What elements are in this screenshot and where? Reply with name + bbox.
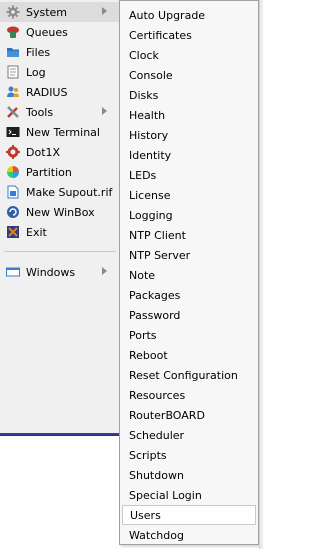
submenu-item-resources[interactable]: Resources	[122, 385, 256, 405]
terminal-icon	[6, 125, 20, 139]
menu-item-label: Partition	[26, 165, 72, 179]
menu-item-radius[interactable]: RADIUS	[0, 82, 121, 102]
submenu-arrow-icon	[102, 107, 107, 115]
menu-item-label: Tools	[26, 105, 54, 119]
submenu-item-shutdown[interactable]: Shutdown	[122, 465, 256, 485]
submenu-arrow-icon	[102, 267, 107, 275]
main-menu: System Queues Files Log RADIUS Tools New…	[0, 0, 121, 436]
menu-item-label: Make Supout.rif	[26, 185, 113, 199]
menu-item-label: RADIUS	[26, 85, 68, 99]
submenu-item-health[interactable]: Health	[122, 105, 256, 125]
submenu-item-certificates[interactable]: Certificates	[122, 25, 256, 45]
submenu-item-packages[interactable]: Packages	[122, 285, 256, 305]
submenu-item-console[interactable]: Console	[122, 65, 256, 85]
menu-item-make-supout[interactable]: Make Supout.rif	[0, 182, 121, 202]
log-icon	[6, 65, 20, 79]
menu-item-label: New Terminal	[26, 125, 100, 139]
menu-item-label: Windows	[26, 265, 76, 279]
submenu-item-routerboard[interactable]: RouterBOARD	[122, 405, 256, 425]
system-submenu: Auto Upgrade Certificates Clock Console …	[119, 0, 259, 545]
menu-item-new-terminal[interactable]: New Terminal	[0, 122, 121, 142]
menu-item-partition[interactable]: Partition	[0, 162, 121, 182]
submenu-item-reset-configuration[interactable]: Reset Configuration	[122, 365, 256, 385]
menu-item-label: New WinBox	[26, 205, 95, 219]
partition-icon	[6, 165, 20, 179]
submenu-item-scripts[interactable]: Scripts	[122, 445, 256, 465]
submenu-item-note[interactable]: Note	[122, 265, 256, 285]
menu-item-system[interactable]: System	[0, 2, 121, 22]
submenu-item-disks[interactable]: Disks	[122, 85, 256, 105]
queues-icon	[6, 25, 20, 39]
submenu-item-logging[interactable]: Logging	[122, 205, 256, 225]
submenu-item-history[interactable]: History	[122, 125, 256, 145]
menu-item-label: Queues	[26, 25, 68, 39]
submenu-item-scheduler[interactable]: Scheduler	[122, 425, 256, 445]
submenu-item-identity[interactable]: Identity	[122, 145, 256, 165]
menu-item-exit[interactable]: Exit	[0, 222, 121, 242]
document-icon	[6, 185, 20, 199]
submenu-arrow-icon	[102, 7, 107, 15]
menu-item-label: Log	[26, 65, 46, 79]
menu-item-dot1x[interactable]: Dot1X	[0, 142, 121, 162]
menu-item-new-winbox[interactable]: New WinBox	[0, 202, 121, 222]
submenu-item-watchdog[interactable]: Watchdog	[122, 525, 256, 545]
menu-item-queues[interactable]: Queues	[0, 22, 121, 42]
users-icon	[6, 85, 20, 99]
submenu-item-special-login[interactable]: Special Login	[122, 485, 256, 505]
gear-icon	[6, 5, 20, 19]
menu-item-windows[interactable]: Windows	[0, 262, 121, 282]
submenu-item-license[interactable]: License	[122, 185, 256, 205]
submenu-item-auto-upgrade[interactable]: Auto Upgrade	[122, 5, 256, 25]
winbox-icon	[6, 205, 20, 219]
submenu-item-leds[interactable]: LEDs	[122, 165, 256, 185]
submenu-item-users[interactable]: Users	[122, 505, 256, 525]
submenu-item-ntp-server[interactable]: NTP Server	[122, 245, 256, 265]
menu-item-label: Exit	[26, 225, 47, 239]
tools-icon	[6, 105, 20, 119]
submenu-item-clock[interactable]: Clock	[122, 45, 256, 65]
submenu-item-reboot[interactable]: Reboot	[122, 345, 256, 365]
background-window-edge	[259, 0, 263, 549]
menu-item-label: System	[26, 5, 68, 19]
dot1x-icon	[6, 145, 20, 159]
menu-item-log[interactable]: Log	[0, 62, 121, 82]
menu-item-files[interactable]: Files	[0, 42, 121, 62]
submenu-item-ports[interactable]: Ports	[122, 325, 256, 345]
menu-item-label: Dot1X	[26, 145, 61, 159]
submenu-item-ntp-client[interactable]: NTP Client	[122, 225, 256, 245]
exit-icon	[6, 225, 20, 239]
submenu-item-password[interactable]: Password	[122, 305, 256, 325]
folder-icon	[6, 45, 20, 59]
menu-item-tools[interactable]: Tools	[0, 102, 121, 122]
menu-item-label: Files	[26, 45, 51, 59]
menu-separator	[4, 251, 116, 252]
window-icon	[6, 265, 20, 279]
